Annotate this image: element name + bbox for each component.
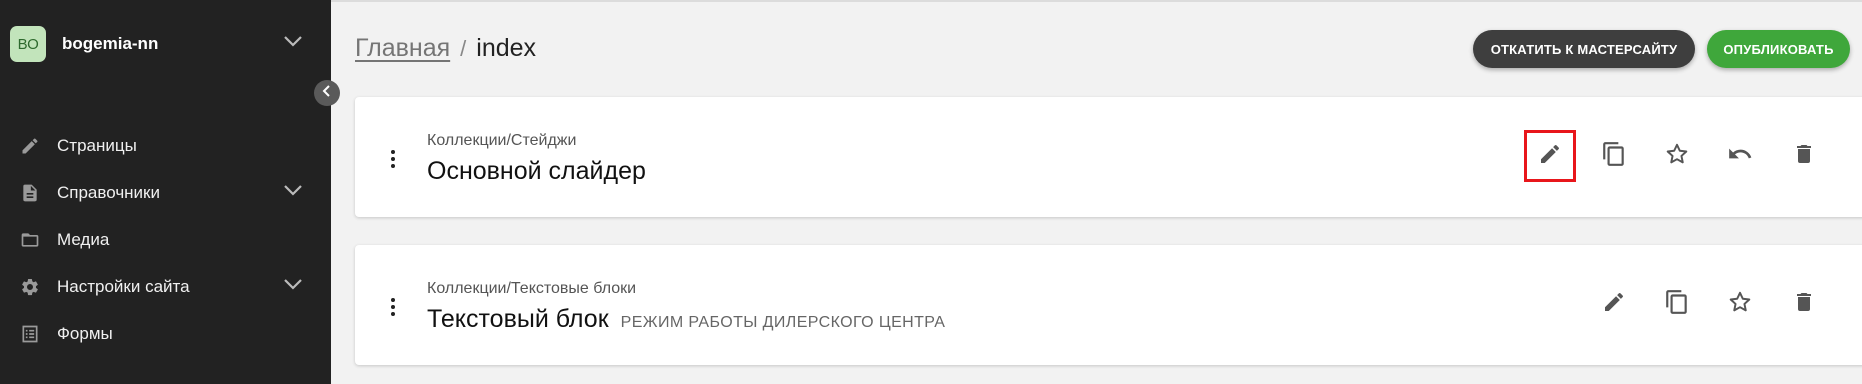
trash-icon <box>1792 142 1816 171</box>
sidebar-item-label: Медиа <box>57 230 110 249</box>
star-outline-icon <box>1664 141 1690 172</box>
breadcrumb-home-link[interactable]: Главная <box>355 34 450 63</box>
block-card: Коллекции/Текстовые блоки Текстовый блок… <box>355 245 1862 365</box>
gear-icon <box>18 275 42 299</box>
undo-icon <box>1727 141 1753 172</box>
edit-button[interactable] <box>1524 130 1576 182</box>
sidebar: BO bogemia-nn Страницы Справочники Медиа… <box>0 0 331 384</box>
pencil-icon <box>1538 142 1562 171</box>
block-path: Коллекции/Текстовые блоки <box>427 280 637 297</box>
breadcrumb: Главная / index <box>355 34 536 63</box>
block-path: Коллекции/Стейджи <box>427 132 577 149</box>
breadcrumb-current: index <box>476 34 537 62</box>
delete-button[interactable] <box>1782 282 1826 326</box>
document-icon <box>18 181 42 205</box>
duplicate-button[interactable] <box>1655 282 1699 326</box>
block-title: Основной слайдер <box>427 157 646 185</box>
folder-icon <box>18 228 42 252</box>
block-title-row: Текстовый блок РЕЖИМ РАБОТЫ ДИЛЕРСКОГО Ц… <box>427 305 945 334</box>
sidebar-item-directories[interactable]: Справочники <box>18 178 308 208</box>
delete-button[interactable] <box>1782 134 1826 178</box>
revert-to-mastersite-button[interactable]: ОТКАТИТЬ К МАСТЕРСАЙТУ <box>1473 30 1695 68</box>
duplicate-button[interactable] <box>1592 134 1636 178</box>
block-title-row: Основной слайдер <box>427 157 646 186</box>
breadcrumb-separator: / <box>460 36 467 61</box>
chevron-down-icon[interactable] <box>282 277 304 296</box>
sidebar-item-forms[interactable]: Формы <box>18 319 308 349</box>
form-icon <box>18 322 42 346</box>
sidebar-item-label: Формы <box>57 324 113 343</box>
chevron-down-icon[interactable] <box>282 34 304 53</box>
site-avatar: BO <box>10 26 46 62</box>
sidebar-item-media[interactable]: Медиа <box>18 225 308 255</box>
block-title: Текстовый блок <box>427 305 609 333</box>
copy-icon <box>1601 141 1627 172</box>
sidebar-item-label: Настройки сайта <box>57 277 190 296</box>
sidebar-item-pages[interactable]: Страницы <box>18 131 308 161</box>
top-divider <box>331 0 1862 2</box>
favorite-button[interactable] <box>1718 282 1762 326</box>
site-selector[interactable]: BO bogemia-nn <box>10 26 158 62</box>
undo-button[interactable] <box>1718 134 1762 178</box>
edit-button[interactable] <box>1592 282 1636 326</box>
block-subtitle: РЕЖИМ РАБОТЫ ДИЛЕРСКОГО ЦЕНТРА <box>620 314 946 331</box>
drag-menu-icon[interactable] <box>388 147 398 171</box>
pencil-icon <box>18 134 42 158</box>
sidebar-item-site-settings[interactable]: Настройки сайта <box>18 272 308 302</box>
sidebar-item-label: Страницы <box>57 136 137 155</box>
chevron-down-icon[interactable] <box>282 183 304 202</box>
copy-icon <box>1664 289 1690 320</box>
drag-menu-icon[interactable] <box>388 295 398 319</box>
sidebar-item-label: Справочники <box>57 183 160 202</box>
pencil-icon <box>1602 290 1626 319</box>
block-card: Коллекции/Стейджи Основной слайдер <box>355 97 1862 217</box>
trash-icon <box>1792 290 1816 319</box>
publish-button[interactable]: ОПУБЛИКОВАТЬ <box>1707 30 1850 68</box>
site-name: bogemia-nn <box>62 34 159 53</box>
favorite-button[interactable] <box>1655 134 1699 178</box>
star-outline-icon <box>1727 289 1753 320</box>
collapse-sidebar-button[interactable] <box>314 80 340 106</box>
chevron-left-icon <box>321 84 333 102</box>
